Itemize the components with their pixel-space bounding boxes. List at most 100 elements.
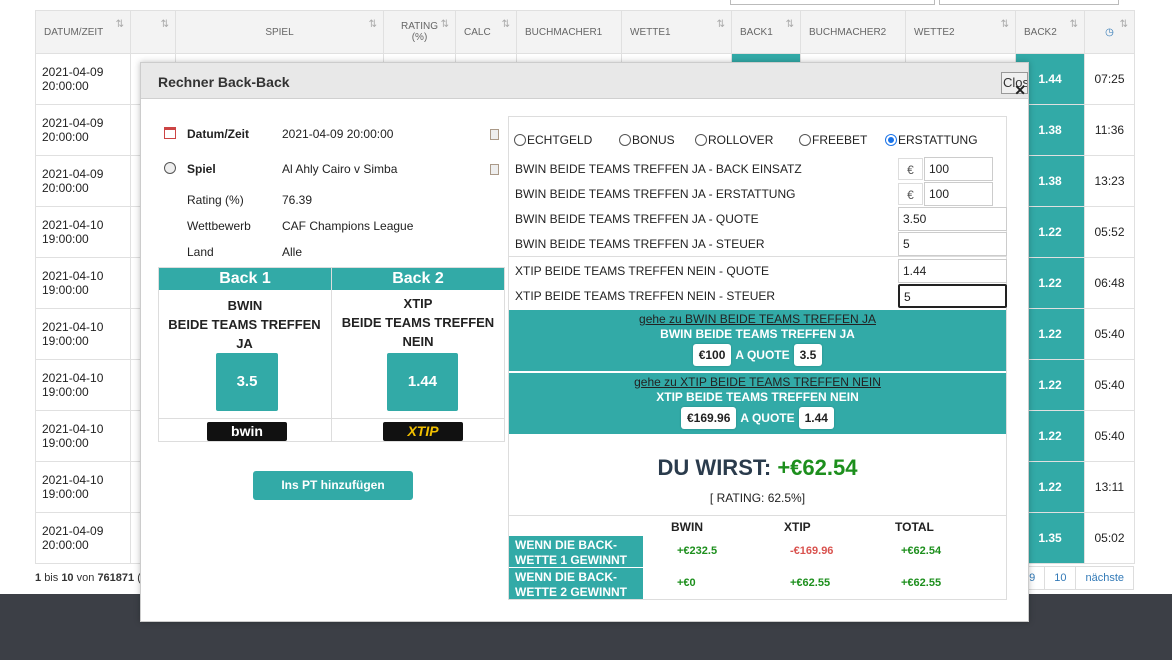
col-calc[interactable]: CALC ⇅ [455, 10, 517, 54]
col-empty[interactable]: ⇅ [130, 10, 176, 54]
back1-header: Back 1 [159, 268, 331, 290]
xtip-logo[interactable]: XTIP [383, 422, 463, 441]
close-icon[interactable]: ✕ [1014, 82, 1026, 99]
calculator-panel: ECHTGELD BONUS ROLLOVER FREEBET ERSTATTU… [508, 116, 1007, 600]
radio-echtgeld[interactable]: ECHTGELD [514, 133, 619, 147]
row-date-value: 2021-04-10 [42, 320, 104, 334]
row-date: 2021-04-09 20:00:00 [35, 104, 131, 156]
goto-bwin-link[interactable]: gehe zu BWIN BEIDE TEAMS TREFFEN JA [509, 312, 1006, 326]
calculator-modal: Rechner Back-Back Close ✕ Datum/Zeit 202… [140, 62, 1029, 622]
filter-input-2[interactable] [939, 0, 1119, 5]
euro-addon: € [898, 158, 923, 180]
row-date: 2021-04-10 19:00:00 [35, 257, 131, 309]
radio-dot[interactable] [799, 134, 811, 146]
row-date-value: 2021-04-09 [42, 65, 104, 79]
row-time: 05:40 [1084, 359, 1135, 411]
row-time-value: 19:00:00 [42, 334, 89, 348]
result-amount: +€62.54 [777, 455, 858, 480]
col-datum[interactable]: DATUM/ZEIT ⇅ [35, 10, 131, 54]
row-date: 2021-04-09 20:00:00 [35, 53, 131, 105]
radio-dot[interactable] [695, 134, 707, 146]
competition-label: Wettbewerb [187, 219, 251, 233]
radio-bonus[interactable]: BONUS [619, 133, 695, 147]
tax1-label: BWIN BEIDE TEAMS TREFFEN JA - STEUER [515, 237, 765, 251]
tax1-row: BWIN BEIDE TEAMS TREFFEN JA - STEUER 5 [509, 231, 1007, 256]
sum-head-total: TOTAL [895, 520, 934, 534]
col-spiel[interactable]: SPIEL ⇅ [175, 10, 384, 54]
a-quote-label: A QUOTE [735, 348, 790, 362]
radio-erstattung[interactable]: ERSTATTUNG [885, 133, 978, 147]
bet1-stake: €100 [692, 344, 732, 366]
row-time-value: 20:00:00 [42, 538, 89, 552]
bet2-title: XTIP BEIDE TEAMS TREFFEN NEIN [656, 390, 859, 404]
back2-odds[interactable]: 1.44 [387, 353, 458, 411]
competition-value: CAF Champions League [282, 219, 414, 233]
back1-bet-text: BEIDE TEAMS TREFFEN JA [168, 317, 321, 351]
quote1-input[interactable]: 3.50 [898, 207, 1007, 231]
tax1-input[interactable]: 5 [898, 232, 1007, 256]
result-rating: [ RATING: 62.5%] [709, 491, 806, 505]
stake-input[interactable]: 100 [924, 157, 993, 181]
row-time-value: 20:00:00 [42, 79, 89, 93]
radio-dot[interactable] [619, 134, 631, 146]
sum-head-bwin: BWIN [671, 520, 703, 534]
copy-icon[interactable] [490, 164, 499, 175]
divider [509, 256, 1006, 257]
row-time: 05:40 [1084, 410, 1135, 462]
bet2-instruction: gehe zu XTIP BEIDE TEAMS TREFFEN NEIN XT… [509, 373, 1006, 434]
quote2-label: XTIP BEIDE TEAMS TREFFEN NEIN - QUOTE [515, 264, 770, 278]
modal-header: Rechner Back-Back Close ✕ [141, 63, 1028, 99]
back1-column: Back 1 BWIN BEIDE TEAMS TREFFEN JA 3.5 b… [158, 267, 332, 442]
goto-xtip-link[interactable]: gehe zu XTIP BEIDE TEAMS TREFFEN NEIN [509, 375, 1006, 389]
row-time-value: 20:00:00 [42, 130, 89, 144]
back1-odds[interactable]: 3.5 [216, 353, 278, 411]
col-buchmacher2[interactable]: BUCHMACHER2 [800, 10, 906, 54]
rating-label: Rating (%) [187, 193, 244, 207]
refund-input[interactable]: 100 [924, 182, 993, 206]
col-wette1[interactable]: WETTE1 ⇅ [621, 10, 732, 54]
radio-dot-checked[interactable] [885, 134, 897, 146]
col-wette2[interactable]: WETTE2 ⇅ [905, 10, 1016, 54]
quote2-row: XTIP BEIDE TEAMS TREFFEN NEIN - QUOTE 1.… [509, 258, 1007, 283]
game-label: Spiel [187, 162, 216, 176]
rating-value: 76.39 [282, 193, 313, 207]
back1-bet: BWIN BEIDE TEAMS TREFFEN JA [159, 296, 331, 353]
bwin-logo[interactable]: bwin [207, 422, 287, 441]
country-label: Land [187, 245, 214, 259]
copy-icon[interactable] [490, 129, 499, 140]
row-date-value: 2021-04-09 [42, 167, 104, 181]
bet1-quote: 3.5 [793, 344, 823, 366]
col-back2[interactable]: BACK2 ⇅ [1015, 10, 1085, 54]
sum-head-xtip: XTIP [784, 520, 811, 534]
row-date: 2021-04-10 19:00:00 [35, 359, 131, 411]
filter-input-1[interactable] [730, 0, 935, 5]
row-time-value: 19:00:00 [42, 283, 89, 297]
bet2-line: €169.96 A QUOTE 1.44 [509, 407, 1006, 429]
col-back1[interactable]: BACK1 ⇅ [731, 10, 801, 54]
col-rating[interactable]: RATING (%) ⇅ [383, 10, 456, 54]
page-next[interactable]: nächste [1075, 566, 1134, 590]
tax2-input[interactable]: 5 [898, 284, 1007, 308]
quote2-input[interactable]: 1.44 [898, 259, 1007, 283]
back2-bet-text: BEIDE TEAMS TREFFEN NEIN [341, 315, 495, 349]
country-value: Alle [282, 245, 303, 259]
row-time: 05:02 [1084, 512, 1135, 564]
row-time: 07:25 [1084, 53, 1135, 105]
refund-label: BWIN BEIDE TEAMS TREFFEN JA - ERSTATTUNG [515, 187, 796, 201]
radio-rollover[interactable]: ROLLOVER [695, 133, 799, 147]
add-to-pt-button[interactable]: Ins PT hinzufügen [253, 471, 413, 500]
a-quote-label: A QUOTE [740, 411, 795, 425]
sum-row2-total: +€62.55 [901, 577, 942, 589]
sum-row1-bwin: +€232.5 [677, 545, 718, 557]
radio-dot[interactable] [514, 134, 526, 146]
col-clock[interactable]: ◷ ⇅ [1084, 10, 1135, 54]
row-date: 2021-04-10 19:00:00 [35, 410, 131, 462]
page-10[interactable]: 10 [1044, 566, 1077, 590]
radio-freebet[interactable]: FREEBET [799, 133, 885, 147]
col-buchmacher1[interactable]: BUCHMACHER1 [516, 10, 622, 54]
refund-row: BWIN BEIDE TEAMS TREFFEN JA - ERSTATTUNG… [509, 181, 1006, 206]
row-date: 2021-04-10 19:00:00 [35, 206, 131, 258]
row-time-value: 19:00:00 [42, 232, 89, 246]
sum-row2-xtip: +€62.55 [790, 577, 831, 589]
date-value: 2021-04-09 20:00:00 [282, 127, 394, 141]
